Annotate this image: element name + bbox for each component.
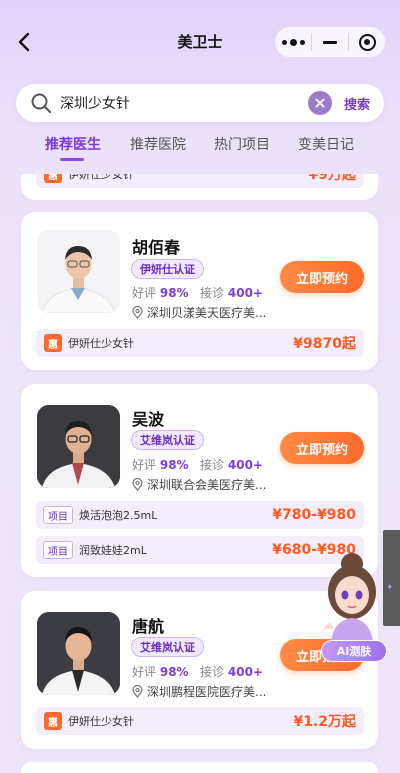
- mini-program-capsule: [274, 26, 386, 58]
- ai-skin-test-label: AI测肤: [321, 640, 387, 662]
- doctor-avatar: [37, 405, 120, 488]
- doctor-stats: 好评 98% 接诊 400+: [132, 665, 263, 679]
- doctor-location: 深圳鹏程医院医疗美...: [132, 683, 266, 700]
- search-bar[interactable]: 深圳少女针 搜索: [16, 84, 384, 122]
- product-name: 伊妍仕少女针: [68, 337, 134, 350]
- nav-bar: 美卫士: [0, 0, 400, 84]
- doctor-stats: 好评 98% 接诊 400+: [132, 458, 263, 472]
- clear-search-button[interactable]: [307, 91, 332, 115]
- close-target-icon: [358, 33, 376, 51]
- location-pin-icon: [132, 685, 143, 698]
- doctor-avatar: [37, 230, 120, 313]
- doctor-card-partial[interactable]: [21, 762, 378, 773]
- more-button[interactable]: [275, 27, 311, 57]
- certification-badge: 伊妍仕认证: [131, 259, 204, 279]
- discount-badge: 惠: [44, 334, 62, 352]
- certification-badge: 艾维岚认证: [131, 637, 204, 657]
- doctor-name: 吴波: [132, 410, 165, 429]
- ai-skin-test-button[interactable]: ✦ AI测肤: [300, 548, 394, 664]
- product-name: 伊妍仕少女针: [68, 168, 134, 181]
- search-icon: [31, 93, 51, 113]
- svg-text:✦: ✦: [386, 583, 394, 593]
- doctor-location: 深圳联合会美医疗美...: [132, 476, 266, 493]
- product-price: ¥780-¥980: [272, 507, 356, 523]
- product-price: ¥9万起: [308, 167, 356, 183]
- location-pin-icon: [132, 306, 143, 319]
- doctor-name: 唐航: [132, 617, 165, 636]
- product-price: ¥9870起: [293, 336, 356, 352]
- ai-assistant-avatar-icon: ✦: [322, 553, 394, 648]
- book-button[interactable]: 立即预约: [280, 261, 364, 293]
- discount-badge: 惠: [44, 712, 62, 730]
- minimize-button[interactable]: [312, 27, 348, 57]
- product-row[interactable]: 惠 伊妍仕少女针 ¥9万起: [36, 167, 364, 188]
- project-tag: 项目: [43, 541, 73, 559]
- search-input[interactable]: 深圳少女针: [60, 93, 308, 113]
- product-price: ¥1.2万起: [293, 714, 356, 730]
- minimize-icon: [323, 40, 337, 44]
- product-name: 伊妍仕少女针: [68, 715, 134, 728]
- doctor-stats: 好评 98% 接诊 400+: [132, 286, 263, 300]
- location-pin-icon: [132, 478, 143, 491]
- doctor-avatar: [37, 612, 120, 695]
- close-program-button[interactable]: [349, 27, 385, 57]
- doctor-card[interactable]: 胡佰春 伊妍仕认证 好评 98% 接诊 400+ 深圳贝漾美天医疗美... 立即…: [21, 212, 378, 370]
- project-tag: 项目: [43, 506, 73, 524]
- tab-hot-projects[interactable]: 热门项目: [214, 134, 270, 154]
- product-row[interactable]: 惠 伊妍仕少女针 ¥9870起: [36, 329, 364, 357]
- tab-beauty-diary[interactable]: 变美日记: [298, 134, 354, 154]
- more-dots-icon: [281, 38, 305, 46]
- search-button[interactable]: 搜索: [344, 94, 370, 113]
- tab-recommended-hospitals[interactable]: 推荐医院: [130, 134, 186, 154]
- product-row[interactable]: 惠 伊妍仕少女针 ¥1.2万起: [36, 707, 364, 735]
- discount-badge: 惠: [44, 174, 62, 183]
- certification-badge: 艾维岚认证: [131, 430, 204, 450]
- close-icon: [315, 98, 325, 108]
- product-name: 焕活泡泡2.5mL: [79, 509, 158, 522]
- product-row[interactable]: 项目 焕活泡泡2.5mL ¥780-¥980: [36, 501, 364, 529]
- active-tab-indicator: [60, 158, 84, 161]
- book-button[interactable]: 立即预约: [280, 432, 364, 464]
- doctor-location: 深圳贝漾美天医疗美...: [132, 304, 266, 321]
- tab-recommended-doctors[interactable]: 推荐医生: [45, 134, 101, 154]
- doctor-name: 胡佰春: [132, 238, 181, 257]
- product-name: 润致娃娃2mL: [79, 544, 147, 557]
